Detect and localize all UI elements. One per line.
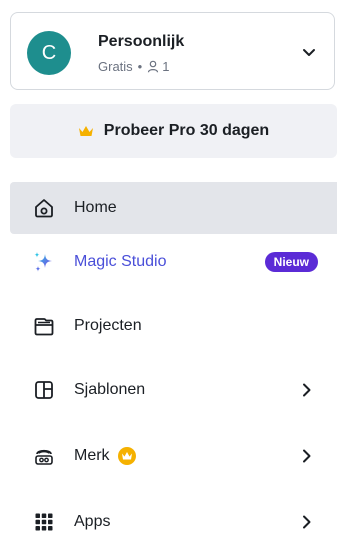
brand-icon xyxy=(32,444,56,468)
sidebar-item-label: Projecten xyxy=(74,317,142,334)
chevron-right-icon xyxy=(303,383,311,397)
merk-label: Merk xyxy=(74,447,110,465)
meta-separator: • xyxy=(137,59,143,74)
account-meta: Gratis • 1 xyxy=(98,59,169,74)
apps-grid-icon xyxy=(32,510,56,534)
sidebar-item-apps[interactable]: Apps xyxy=(10,496,337,548)
chevron-down-icon[interactable] xyxy=(300,43,318,61)
folder-icon xyxy=(32,314,56,338)
sidebar-item-home[interactable]: Home xyxy=(10,182,337,234)
chevron-right-icon xyxy=(303,449,311,463)
members-icon xyxy=(148,60,159,73)
sidebar-item-label: Sjablonen xyxy=(74,381,146,398)
sidebar-item-magic-studio[interactable]: Magic Studio Nieuw xyxy=(10,236,337,288)
try-pro-label: Probeer Pro 30 dagen xyxy=(103,122,270,139)
account-switcher[interactable]: C Persoonlijk Gratis • 1 xyxy=(10,12,335,90)
account-name: Persoonlijk xyxy=(98,33,185,50)
sidebar-item-label: Magic Studio xyxy=(74,253,167,270)
home-icon xyxy=(32,196,56,220)
crown-icon xyxy=(78,126,93,136)
sidebar-item-projects[interactable]: Projecten xyxy=(10,300,337,352)
sparkle-icon xyxy=(32,250,56,274)
sidebar-item-templates[interactable]: Sjablonen xyxy=(10,364,337,416)
avatar: C xyxy=(27,31,71,75)
sidebar-item-label: Home xyxy=(74,199,117,216)
sidebar-item-label: Apps xyxy=(74,513,111,530)
try-pro-button[interactable]: Probeer Pro 30 dagen xyxy=(10,104,337,158)
chevron-right-icon xyxy=(303,515,311,529)
sidebar-item-label: Merk xyxy=(74,446,136,465)
template-icon xyxy=(32,378,56,402)
new-badge: Nieuw xyxy=(264,252,318,272)
crown-icon xyxy=(117,446,136,465)
sidebar-item-brand[interactable]: Merk xyxy=(10,430,337,482)
plan-label: Gratis xyxy=(98,59,133,74)
member-count: 1 xyxy=(162,59,170,74)
